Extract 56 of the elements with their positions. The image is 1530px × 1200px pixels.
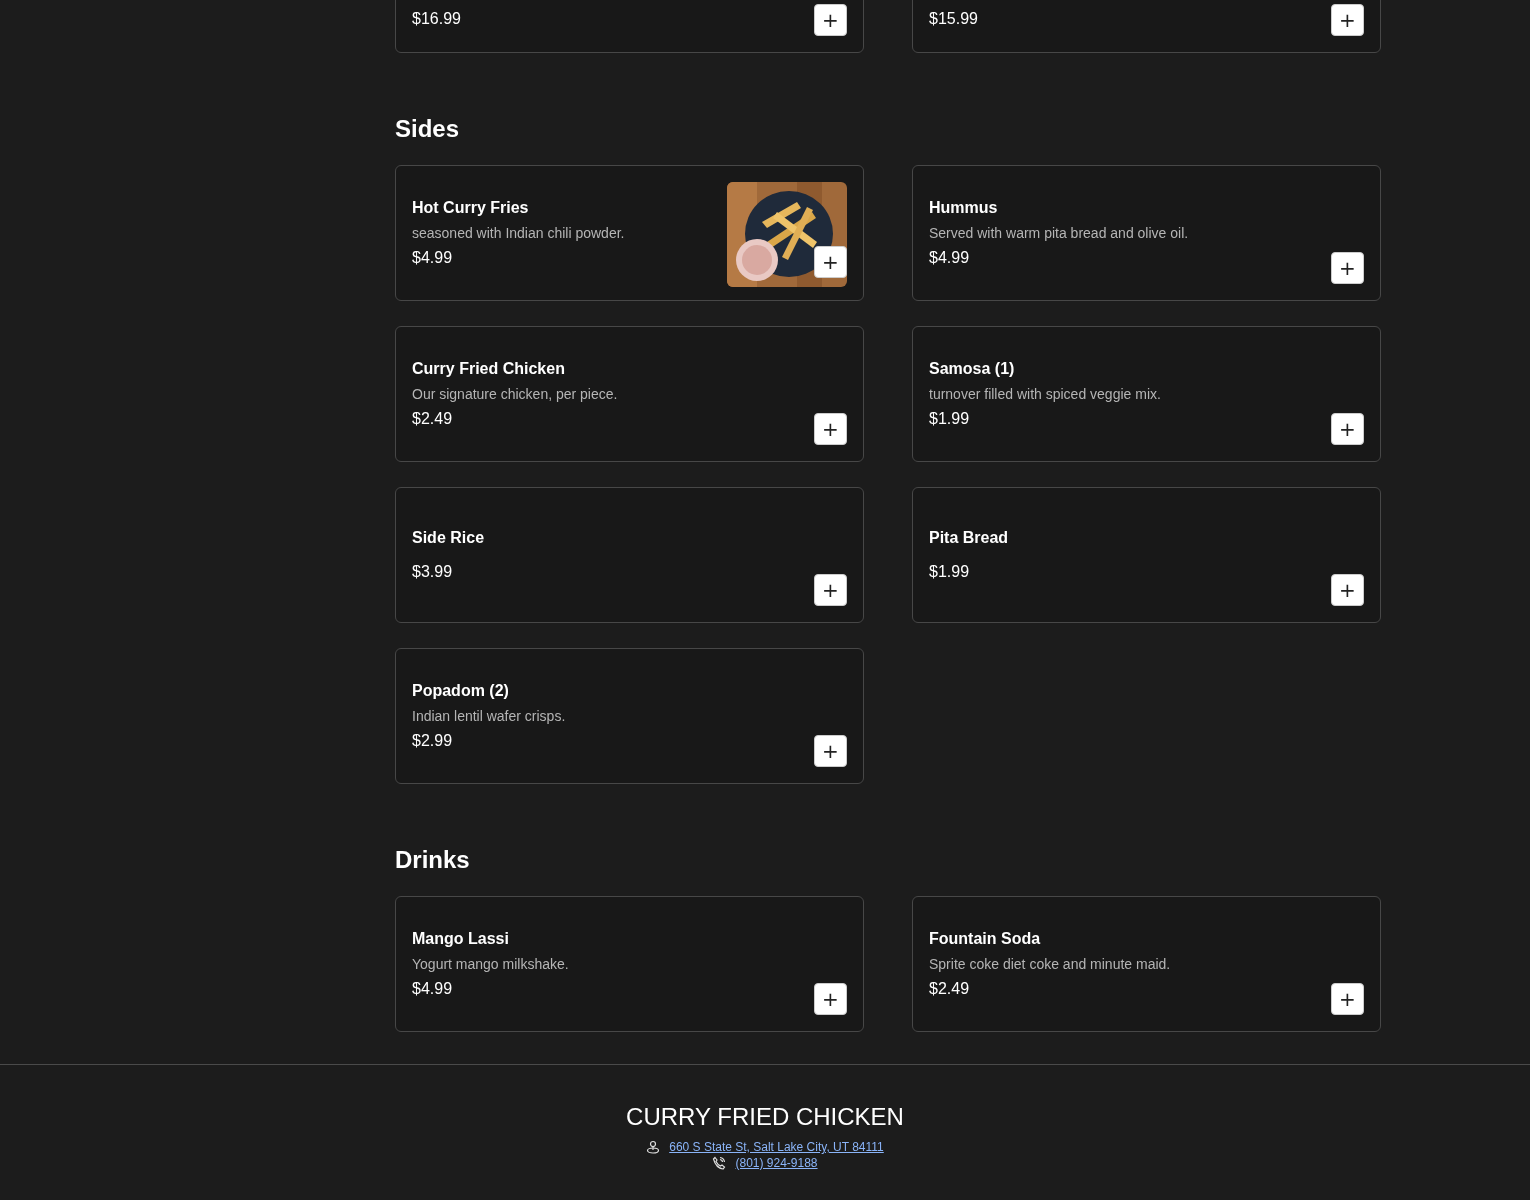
add-button[interactable]: + [814,413,847,445]
item-price: $2.99 [412,732,453,750]
menu-item-card[interactable]: Hummus Served with warm pita bread and olive oil. $4.99 + [912,165,1381,301]
restaurant-name: CURRY FRIED CHICKEN [626,1103,904,1131]
add-button[interactable]: + [814,4,847,36]
item-name: Pita Bread [929,529,1009,547]
menu-item-card[interactable]: Popadom (2) Indian lentil wafer crisps. $2.99 + [395,648,864,784]
menu-item-card[interactable]: Curry Fried Chicken Our signature chicken, per piece. $2.49 + [395,326,864,462]
item-price: $4.99 [412,980,453,998]
menu-item-card[interactable]: Side Rice $3.99 + [395,487,864,623]
item-price: $15.99 [929,10,978,28]
add-button[interactable]: + [814,983,847,1015]
item-price: $2.49 [929,980,970,998]
item-price: $1.99 [929,410,970,428]
add-button[interactable]: + [1331,413,1364,445]
section-title: Drinks [395,846,470,874]
item-name: Mango Lassi [412,930,509,948]
section-title: Sides [395,115,460,143]
item-name: Curry Fried Chicken [412,360,565,378]
item-price: $4.99 [412,249,453,267]
menu-item-card[interactable]: Fountain Soda Sprite coke diet coke and minute maid. $2.49 + [912,896,1381,1032]
item-description: Served with warm pita bread and olive oil. [929,225,1189,241]
add-button[interactable]: + [814,246,847,278]
item-name: Hot Curry Fries [412,199,529,217]
item-name: Hummus [929,199,998,217]
item-price: $1.99 [929,563,970,581]
item-name: Fountain Soda [929,930,1041,948]
menu-item-card[interactable]: $16.99 + [395,0,864,53]
menu-item-card[interactable]: Pita Bread $1.99 + [912,487,1381,623]
add-button[interactable]: + [1331,983,1364,1015]
phone-icon [712,1156,727,1170]
item-description: Indian lentil wafer crisps. [412,708,566,724]
location-pin-icon [646,1140,661,1154]
item-price: $4.99 [929,249,970,267]
menu-item-card[interactable]: Samosa (1) turnover filled with spiced veggie mix. $1.99 + [912,326,1381,462]
item-name: Popadom (2) [412,682,509,700]
add-button[interactable]: + [1331,4,1364,36]
address-link[interactable]: 660 S State St, Salt Lake City, UT 84111 [669,1140,884,1154]
add-button[interactable]: + [814,574,847,606]
item-price: $16.99 [412,10,461,28]
item-description: seasoned with Indian chili powder. [412,225,625,241]
item-name: Samosa (1) [929,360,1015,378]
add-button[interactable]: + [1331,574,1364,606]
menu-item-card[interactable]: Mango Lassi Yogurt mango milkshake. $4.99 + [395,896,864,1032]
item-name: Side Rice [412,529,485,547]
item-description: turnover filled with spiced veggie mix. [929,386,1161,402]
item-price: $2.49 [412,410,453,428]
phone-link[interactable]: (801) 924-9188 [735,1156,818,1170]
menu-item-card[interactable]: Hot Curry Fries seasoned with Indian chili powder. $4.99 + [395,165,864,301]
item-description: Our signature chicken, per piece. [412,386,618,402]
add-button[interactable]: + [1331,252,1364,284]
add-button[interactable]: + [814,735,847,767]
item-price: $3.99 [412,563,453,581]
menu-item-card[interactable]: $15.99 + [912,0,1381,53]
item-description: Yogurt mango milkshake. [412,956,569,972]
item-description: Sprite coke diet coke and minute maid. [929,956,1171,972]
